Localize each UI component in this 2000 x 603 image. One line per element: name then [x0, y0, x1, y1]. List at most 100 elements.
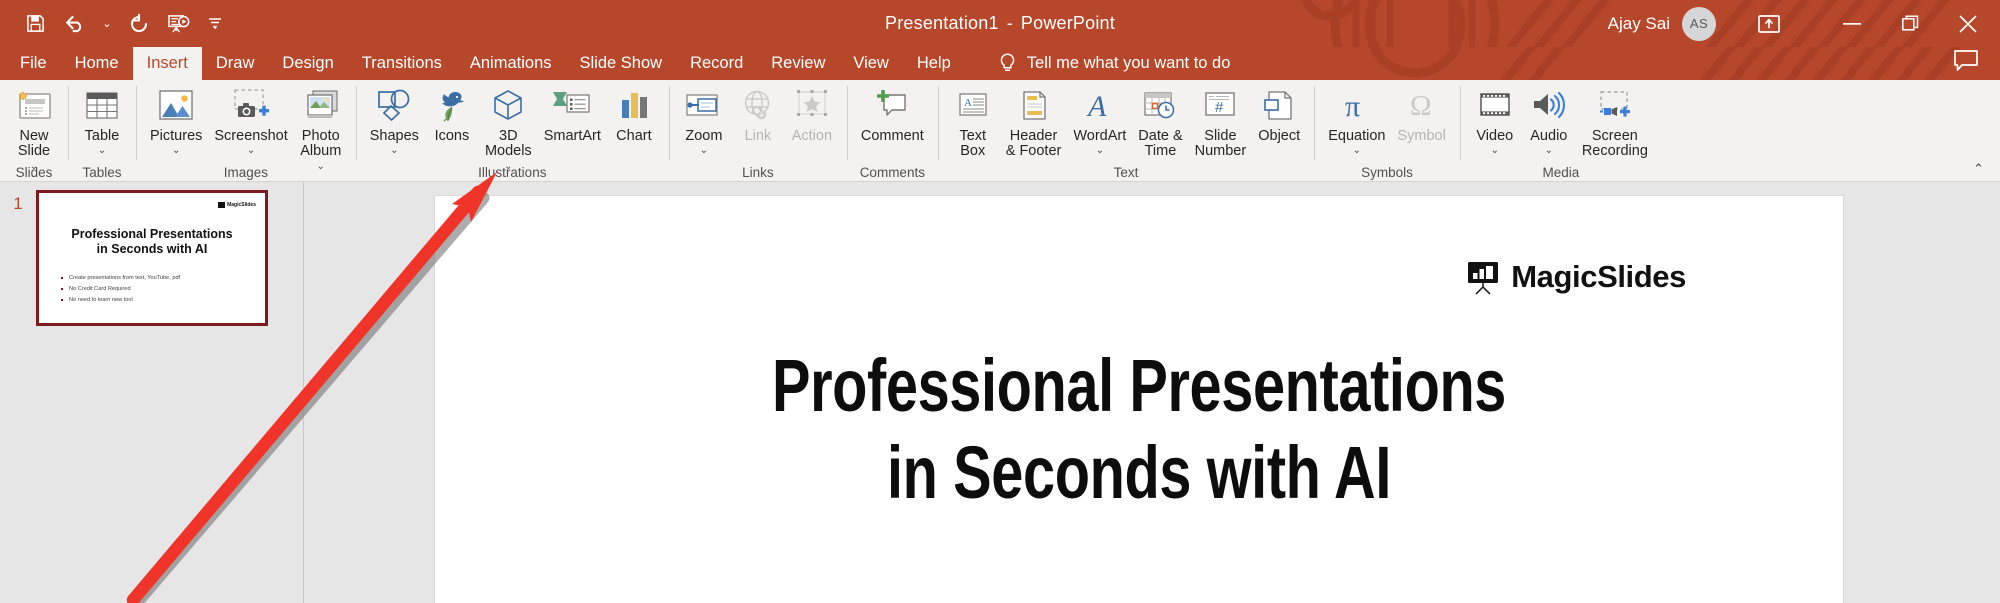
ribbon-button-label: 3D Models [485, 129, 532, 160]
ribbon-button-date-time[interactable]: Date & Time [1132, 83, 1188, 160]
screenshot-icon [230, 85, 272, 127]
tab-home[interactable]: Home [61, 47, 133, 80]
video-icon [1474, 85, 1516, 127]
ribbon-button-photo-album[interactable]: Photo Album⌄ [294, 83, 348, 173]
chevron-down-icon[interactable]: ⌄ [1491, 145, 1499, 157]
customize-quick-access-icon[interactable] [206, 7, 224, 41]
thumbnail-logo-text: MagicSlides [227, 202, 256, 208]
window-title-document: Presentation1 [885, 13, 999, 34]
ribbon-button-zoom[interactable]: Zoom⌄ [677, 83, 731, 157]
title-bar: ⌄ Presentation1 - PowerPoint Ajay Sai AS [0, 0, 2000, 47]
start-slideshow-icon[interactable] [162, 7, 196, 41]
minimize-icon[interactable] [1824, 0, 1880, 47]
ribbon-button-video[interactable]: Video⌄ [1468, 83, 1522, 157]
ribbon-button-screen-recording[interactable]: Screen Recording [1576, 83, 1654, 160]
ribbon-button-label: Pictures [150, 129, 202, 144]
ribbon-button-label: Icons [435, 129, 470, 144]
ribbon-button-object[interactable]: Object [1252, 83, 1306, 144]
ribbon-group-illustrations: Shapes⌄Icons3D Models⌄SmartArtChartIllus… [356, 80, 669, 182]
tab-help[interactable]: Help [903, 47, 965, 80]
tab-slide-show[interactable]: Slide Show [566, 47, 677, 80]
ribbon-group-label: Media [1460, 165, 1662, 180]
thumbnail-row[interactable]: 1 MagicSlides Professional Presentations… [0, 190, 268, 326]
chevron-down-icon[interactable]: ⌄ [700, 145, 708, 157]
undo-dropdown-caret[interactable]: ⌄ [98, 7, 116, 41]
ribbon-button-label: Audio [1530, 129, 1567, 144]
ribbon-group-tables: Table⌄Tables [68, 80, 136, 182]
chevron-down-icon[interactable]: ⌄ [1096, 145, 1104, 157]
tab-transitions[interactable]: Transitions [348, 47, 456, 80]
undo-icon[interactable] [58, 7, 92, 41]
ribbon-button-slide-number[interactable]: #Slide Number [1189, 83, 1253, 160]
chevron-down-icon[interactable]: ⌄ [1353, 145, 1361, 157]
current-slide[interactable]: MagicSlides Professional Presentations i… [434, 195, 1844, 603]
ribbon-group-label: Links [669, 165, 847, 180]
ribbon-button-text-box[interactable]: AText Box [946, 83, 1000, 160]
redo-icon[interactable] [122, 7, 156, 41]
ribbon-button-equation[interactable]: πEquation⌄ [1322, 83, 1391, 157]
ribbon-group-label: Illustrations [356, 165, 669, 180]
action-icon [791, 85, 833, 127]
restore-icon[interactable] [1882, 0, 1938, 47]
ribbon-button-symbol: ΩSymbol [1391, 83, 1451, 144]
close-icon[interactable] [1940, 0, 1996, 47]
ribbon-button-wordart[interactable]: A WordArt⌄ [1067, 83, 1132, 157]
photo-album-icon [300, 85, 342, 127]
ribbon-button-label: Symbol [1397, 129, 1445, 144]
thumbnail-bullet: No need to learn new tool [61, 295, 251, 306]
shapes-icon [373, 85, 415, 127]
thumbnail-bullet: No Credit Card Required [61, 284, 251, 295]
tab-review[interactable]: Review [757, 47, 839, 80]
tab-file[interactable]: File [6, 47, 61, 80]
wordart-icon: A [1079, 85, 1121, 127]
date-time-icon [1139, 85, 1181, 127]
ribbon-button-label: Slide Number [1195, 129, 1247, 160]
ribbon-button-pictures[interactable]: Pictures⌄ [144, 83, 208, 157]
window-title-separator: - [1007, 13, 1013, 34]
tab-record[interactable]: Record [676, 47, 757, 80]
ribbon-display-options-icon[interactable] [1740, 0, 1798, 47]
tab-insert[interactable]: Insert [133, 47, 202, 80]
comments-icon[interactable] [1954, 50, 1978, 77]
chevron-down-icon[interactable]: ⌄ [172, 145, 180, 157]
chevron-down-icon[interactable]: ⌄ [98, 145, 106, 157]
tab-view[interactable]: View [839, 47, 902, 80]
ribbon-button-label: Table [85, 129, 120, 144]
svg-text:π: π [1345, 90, 1360, 123]
chevron-down-icon[interactable]: ⌄ [1545, 145, 1553, 157]
slide-pane-gutter [304, 182, 434, 603]
ribbon-button-3d-models[interactable]: 3D Models⌄ [479, 83, 538, 173]
ribbon-button-link: Link [731, 83, 785, 144]
ribbon-button-smartart[interactable]: SmartArt [538, 83, 607, 144]
ribbon-button-label: Header & Footer [1006, 129, 1062, 160]
ribbon-button-label: Link [745, 129, 772, 144]
tab-draw[interactable]: Draw [202, 47, 269, 80]
magicslides-logo-mark [218, 202, 225, 208]
ribbon: New Slide⌄SlidesTable⌄TablesPictures⌄Scr… [0, 80, 2000, 182]
ribbon-button-label: WordArt [1073, 129, 1126, 144]
collapse-ribbon-button[interactable]: ⌃ [1973, 161, 1984, 177]
ribbon-button-table[interactable]: Table⌄ [76, 83, 128, 157]
avatar[interactable]: AS [1682, 7, 1716, 41]
slide-title[interactable]: Professional Presentations in Seconds wi… [590, 342, 1688, 517]
chevron-down-icon[interactable]: ⌄ [247, 145, 255, 157]
chevron-down-icon[interactable]: ⌄ [390, 145, 398, 157]
ribbon-group-label: Slides [0, 165, 68, 180]
ribbon-button-header-footer[interactable]: Header & Footer [1000, 83, 1068, 160]
ribbon-button-shapes[interactable]: Shapes⌄ [364, 83, 425, 157]
ribbon-button-chart[interactable]: Chart [607, 83, 661, 144]
ribbon-group-images: Pictures⌄Screenshot⌄Photo Album⌄Images [136, 80, 356, 182]
account-name[interactable]: Ajay Sai [1608, 14, 1670, 34]
ribbon-button-audio[interactable]: Audio⌄ [1522, 83, 1576, 157]
tab-design[interactable]: Design [268, 47, 347, 80]
ribbon-button-new-slide[interactable]: New Slide⌄ [8, 83, 60, 173]
tell-me-search[interactable]: Tell me what you want to do [999, 47, 1231, 80]
slide-thumbnail-1[interactable]: MagicSlides Professional Presentations i… [36, 190, 268, 326]
ribbon-button-comment[interactable]: Comment [855, 83, 930, 144]
ribbon-group-label: Comments [847, 165, 938, 180]
ribbon-button-screenshot[interactable]: Screenshot⌄ [208, 83, 293, 157]
save-icon[interactable] [18, 7, 52, 41]
ribbon-group-comments: Comment Comments [847, 80, 938, 182]
ribbon-button-icons[interactable]: Icons [425, 83, 479, 144]
tab-animations[interactable]: Animations [456, 47, 566, 80]
